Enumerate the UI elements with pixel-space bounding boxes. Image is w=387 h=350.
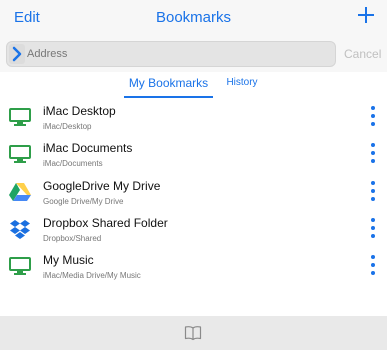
plus-icon[interactable] [357, 6, 375, 24]
more-vertical-icon[interactable] [368, 106, 378, 128]
more-vertical-icon[interactable] [368, 255, 378, 277]
address-input[interactable] [27, 45, 327, 63]
book-icon[interactable] [184, 325, 202, 341]
list-item[interactable]: iMac Desktop iMac/Desktop [0, 98, 387, 135]
page-title: Bookmarks [155, 9, 232, 26]
segment-tabs: My Bookmarks History [0, 72, 387, 98]
more-vertical-icon[interactable] [368, 143, 378, 165]
bookmark-path: iMac/Desktop [43, 122, 92, 131]
nav-bar: Edit Bookmarks [0, 0, 387, 36]
bookmark-path: Dropbox/Shared [43, 234, 102, 243]
monitor-icon [9, 257, 31, 275]
address-field[interactable] [6, 41, 336, 67]
list-item[interactable]: Dropbox Shared Folder Dropbox/Shared [0, 210, 387, 247]
more-vertical-icon[interactable] [368, 181, 378, 203]
google-drive-icon [9, 183, 31, 201]
more-vertical-icon[interactable] [368, 218, 378, 240]
cancel-button[interactable]: Cancel [344, 47, 381, 61]
bookmark-path: iMac/Media Drive/My Music [43, 271, 141, 280]
bottom-toolbar [0, 316, 387, 350]
bookmark-path: iMac/Documents [43, 159, 103, 168]
monitor-icon [9, 145, 31, 163]
bookmark-name: My Music [43, 253, 94, 267]
tab-history[interactable]: History [222, 76, 262, 98]
bookmark-name: iMac Documents [43, 141, 133, 155]
bookmark-name: Dropbox Shared Folder [43, 216, 168, 230]
list-item[interactable]: GoogleDrive My Drive Google Drive/My Dri… [0, 173, 387, 210]
monitor-icon [9, 108, 31, 126]
list-item[interactable]: iMac Documents iMac/Documents [0, 135, 387, 172]
chevron-right-icon [9, 44, 25, 64]
dropbox-icon [10, 220, 30, 239]
address-bar: Cancel [0, 36, 387, 72]
bookmark-name: GoogleDrive My Drive [43, 179, 161, 193]
tab-my-bookmarks[interactable]: My Bookmarks [124, 76, 213, 98]
bookmark-name: iMac Desktop [43, 104, 116, 118]
bookmark-path: Google Drive/My Drive [43, 197, 124, 206]
list-item[interactable]: My Music iMac/Media Drive/My Music [0, 247, 387, 284]
